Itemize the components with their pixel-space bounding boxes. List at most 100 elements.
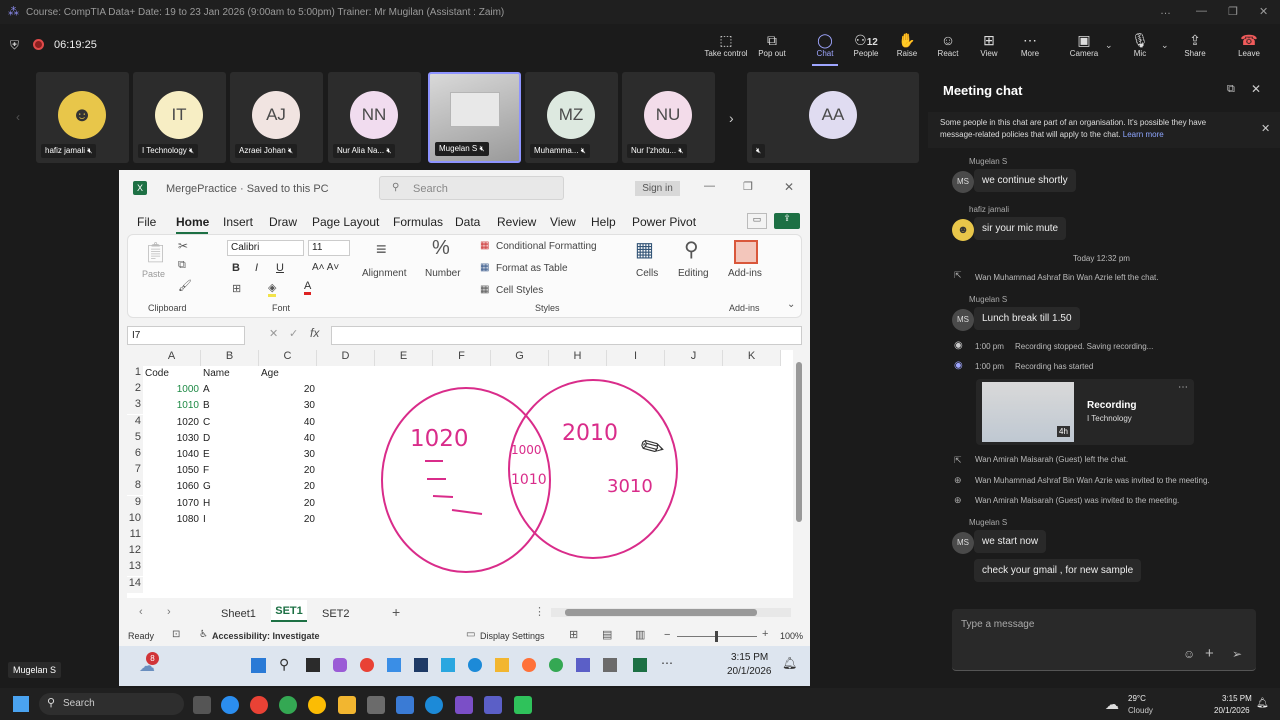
participant-tile[interactable]: ☻ hafiz jamali 🔇︎	[36, 72, 129, 163]
send-icon[interactable]: ➢	[1232, 647, 1242, 661]
zoom-out-icon[interactable]: −	[664, 629, 670, 641]
name-box[interactable]: I7	[127, 326, 245, 345]
file-explorer-icon[interactable]	[495, 658, 509, 672]
dismiss-notice-icon[interactable]: ✕	[1261, 122, 1270, 135]
format-painter-icon[interactable]: 🖌︎	[178, 279, 192, 292]
menu-file[interactable]: File	[137, 215, 156, 229]
menu-review[interactable]: Review	[497, 215, 536, 229]
participant-tile[interactable]: IT I Technology 🔇︎	[133, 72, 226, 163]
excel-close-button[interactable]: ✕	[784, 180, 794, 194]
more-button[interactable]: ⋯ More	[1007, 24, 1053, 68]
add-ins-label[interactable]: Add-ins	[728, 268, 762, 279]
excel-taskbar-icon[interactable]	[633, 658, 647, 672]
formula-cancel-icon[interactable]: ✕	[269, 327, 278, 340]
italic-icon[interactable]: I	[255, 262, 258, 274]
number-icon[interactable]: %	[432, 237, 450, 260]
page-break-view-icon[interactable]: ▥	[635, 628, 645, 641]
number-label[interactable]: Number	[425, 268, 461, 279]
paste-icon[interactable]: 📋︎	[143, 240, 168, 265]
close-button[interactable]: ✕	[1259, 5, 1268, 18]
menu-formulas[interactable]: Formulas	[393, 215, 443, 229]
scroll-left-icon[interactable]: ‹	[16, 110, 20, 124]
sheet-tab-set1[interactable]: SET1	[271, 600, 307, 622]
prev-sheet-icon[interactable]: ‹	[139, 606, 143, 618]
start-icon[interactable]	[13, 696, 29, 712]
raise-hand-button[interactable]: ✋ Raise	[884, 24, 930, 68]
app-icon-2[interactable]	[603, 658, 617, 672]
chat-compose-box[interactable]: Type a message ☺ + ➢	[952, 609, 1256, 671]
leave-button[interactable]: ☎ Leave	[1226, 24, 1272, 68]
app-icon[interactable]	[387, 658, 401, 672]
participant-tile[interactable]: AA 🔇︎	[747, 72, 919, 163]
ribbon-collapse-chevron-icon[interactable]: ⌄	[787, 299, 795, 310]
scrollbar-thumb[interactable]	[796, 362, 802, 522]
more-options-icon[interactable]: …	[1160, 5, 1171, 17]
firefox-icon[interactable]	[522, 658, 536, 672]
taskbar-time[interactable]: 3:15 PM	[1222, 694, 1252, 703]
normal-view-icon[interactable]: ⊞	[569, 628, 578, 641]
participant-tile[interactable]: NN Nur Alia Na... 🔇︎	[328, 72, 421, 163]
editing-icon[interactable]: ⚲	[684, 237, 699, 262]
cells-icon[interactable]: ▦	[635, 237, 654, 262]
view-button[interactable]: ⊞ View	[966, 24, 1012, 68]
zoom-slider[interactable]	[677, 631, 757, 642]
participant-tile[interactable]: NU Nur I'zhotu... 🔇︎	[622, 72, 715, 163]
menu-help[interactable]: Help	[591, 215, 616, 229]
excel-minimize-button[interactable]: —	[704, 180, 715, 192]
maximize-button[interactable]: ❐	[1228, 5, 1238, 18]
font-size-select[interactable]: 11	[308, 240, 350, 256]
chrome-icon-2[interactable]	[549, 658, 563, 672]
accessibility-status[interactable]: Accessibility: Investigate	[212, 631, 320, 641]
participant-tile[interactable]: MZ Muhamma... 🔇︎	[525, 72, 618, 163]
camera-options-chevron-icon[interactable]: ⌄	[1105, 40, 1113, 51]
fill-color-icon[interactable]: ◈	[268, 281, 277, 297]
alignment-label[interactable]: Alignment	[362, 268, 406, 279]
weather-desc[interactable]: Cloudy	[1128, 706, 1153, 715]
recording-more-icon[interactable]: ⋯	[1178, 382, 1188, 393]
participant-tile[interactable]: AJ Azraei Johan 🔇︎	[230, 72, 323, 163]
mic-options-chevron-icon[interactable]: ⌄	[1161, 40, 1169, 51]
cell-styles-button[interactable]: Cell Styles	[496, 285, 543, 296]
formula-enter-icon[interactable]: ✓	[289, 327, 298, 340]
task-view-icon[interactable]	[306, 658, 320, 672]
mic-button[interactable]: 🎙︎ Mic	[1117, 24, 1163, 68]
spreadsheet-grid[interactable]: ABCDEFGHIJK 1 Code Name Age 2 1000 A 20 3 1010 B 30…	[127, 350, 793, 598]
sign-in-button[interactable]: Sign in	[635, 181, 680, 196]
task-view-icon[interactable]	[193, 696, 211, 714]
add-ins-icon[interactable]	[734, 240, 758, 264]
page-layout-view-icon[interactable]: ▤	[602, 628, 612, 641]
participant-tile-video[interactable]: Mugelan S 🔇︎	[428, 72, 521, 163]
taskbar-date[interactable]: 20/1/2026	[1214, 706, 1250, 715]
notepad-icon[interactable]	[441, 658, 455, 672]
vertical-scrollbar[interactable]	[795, 350, 804, 598]
learn-more-link[interactable]: Learn more	[1123, 130, 1164, 139]
word-icon[interactable]	[414, 658, 428, 672]
scroll-right-icon[interactable]: ›	[729, 110, 734, 126]
chrome-icon[interactable]	[360, 658, 374, 672]
menu-insert[interactable]: Insert	[223, 215, 253, 229]
tab-options-icon[interactable]: ⋮	[534, 605, 545, 618]
editing-label[interactable]: Editing	[678, 268, 709, 279]
notification-bell-icon[interactable]: 🔔︎	[782, 656, 797, 670]
sheet-tab-set2[interactable]: SET2	[322, 608, 350, 620]
react-button[interactable]: ☺ React	[925, 24, 971, 68]
chrome-icon[interactable]	[221, 696, 239, 714]
people-button[interactable]: ⚇12 People	[843, 24, 889, 68]
chat-close-icon[interactable]: ✕	[1251, 82, 1261, 96]
font-name-select[interactable]: Calibri	[227, 240, 304, 256]
font-color-icon[interactable]: A	[304, 280, 312, 295]
zoom-level[interactable]: 100%	[780, 631, 803, 641]
formula-input[interactable]	[331, 326, 802, 345]
menu-data[interactable]: Data	[455, 215, 480, 229]
copy-icon[interactable]: ⧉	[178, 259, 186, 272]
conditional-formatting-button[interactable]: Conditional Formatting	[496, 241, 597, 252]
cells-label[interactable]: Cells	[636, 268, 658, 279]
font-grow-icon[interactable]: A˄ A˅	[312, 262, 339, 273]
edge-icon[interactable]	[468, 658, 482, 672]
zoom-slider-thumb[interactable]	[715, 631, 718, 642]
underline-icon[interactable]: U	[276, 262, 284, 274]
sheet-tab-sheet1[interactable]: Sheet1	[221, 608, 256, 620]
menu-power-pivot[interactable]: Power Pivot	[632, 215, 696, 229]
menu-draw[interactable]: Draw	[269, 215, 297, 229]
menu-page-layout[interactable]: Page Layout	[312, 215, 379, 229]
